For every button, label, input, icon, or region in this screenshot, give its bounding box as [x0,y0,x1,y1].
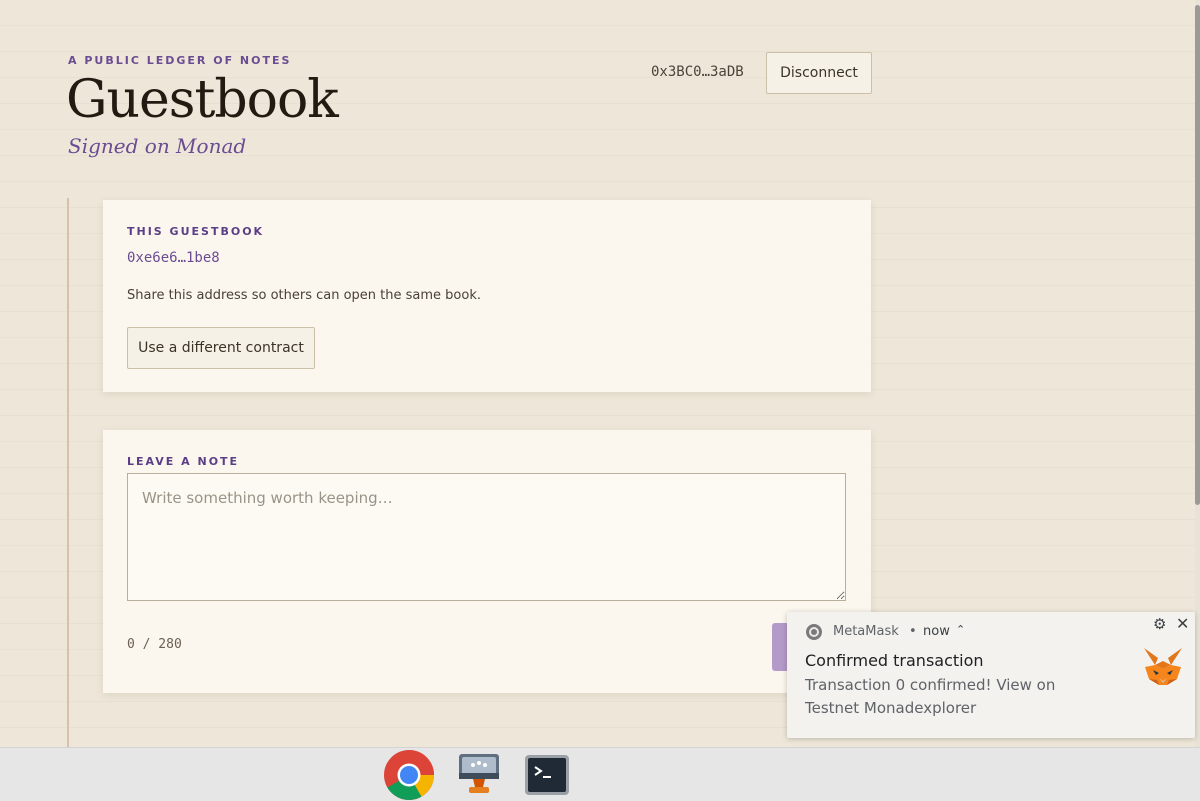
contract-address: 0xe6e6…1be8 [127,250,220,266]
wallet-address: 0x3BC0…3aDB [651,64,744,80]
share-helper-text: Share this address so others can open th… [127,288,481,303]
terminal-icon[interactable] [521,750,573,800]
page-scrollbar[interactable] [1195,0,1200,747]
note-textarea[interactable] [127,473,846,601]
guestbook-card-label: THIS GUESTBOOK [127,225,265,238]
header-eyebrow: A PUBLIC LEDGER OF NOTES [68,54,292,67]
notification-separator: • [909,624,917,639]
page-title: Guestbook [66,70,339,130]
guestbook-card: THIS GUESTBOOK 0xe6e6…1be8 Share this ad… [103,200,871,392]
chrome-app-icon [806,624,822,640]
chrome-icon[interactable] [383,750,435,800]
metamask-notification[interactable]: MetaMask • now ⌃ ⚙ ✕ Confirmed transacti… [787,612,1195,738]
leave-note-card: LEAVE A NOTE 0 / 280 [103,430,871,693]
notification-body[interactable]: Transaction 0 confirmed! View on Testnet… [805,674,1105,720]
use-different-contract-button[interactable]: Use a different contract [127,327,315,369]
notification-app-name: MetaMask [833,624,899,639]
close-icon[interactable]: ✕ [1176,614,1189,633]
collapse-caret-icon[interactable]: ⌃ [956,623,965,636]
gear-icon[interactable]: ⚙ [1153,615,1166,633]
margin-line [67,198,69,747]
taskbar [0,747,1200,801]
notification-time: now [923,624,950,639]
web-store-icon[interactable] [453,750,505,800]
scrollbar-thumb[interactable] [1195,5,1200,505]
page-subtitle: Signed on Monad [68,134,247,158]
leave-note-label: LEAVE A NOTE [127,455,240,468]
metamask-fox-icon [1144,648,1182,685]
notification-title: Confirmed transaction [805,651,984,670]
disconnect-button[interactable]: Disconnect [766,52,872,94]
character-count: 0 / 280 [127,637,182,652]
